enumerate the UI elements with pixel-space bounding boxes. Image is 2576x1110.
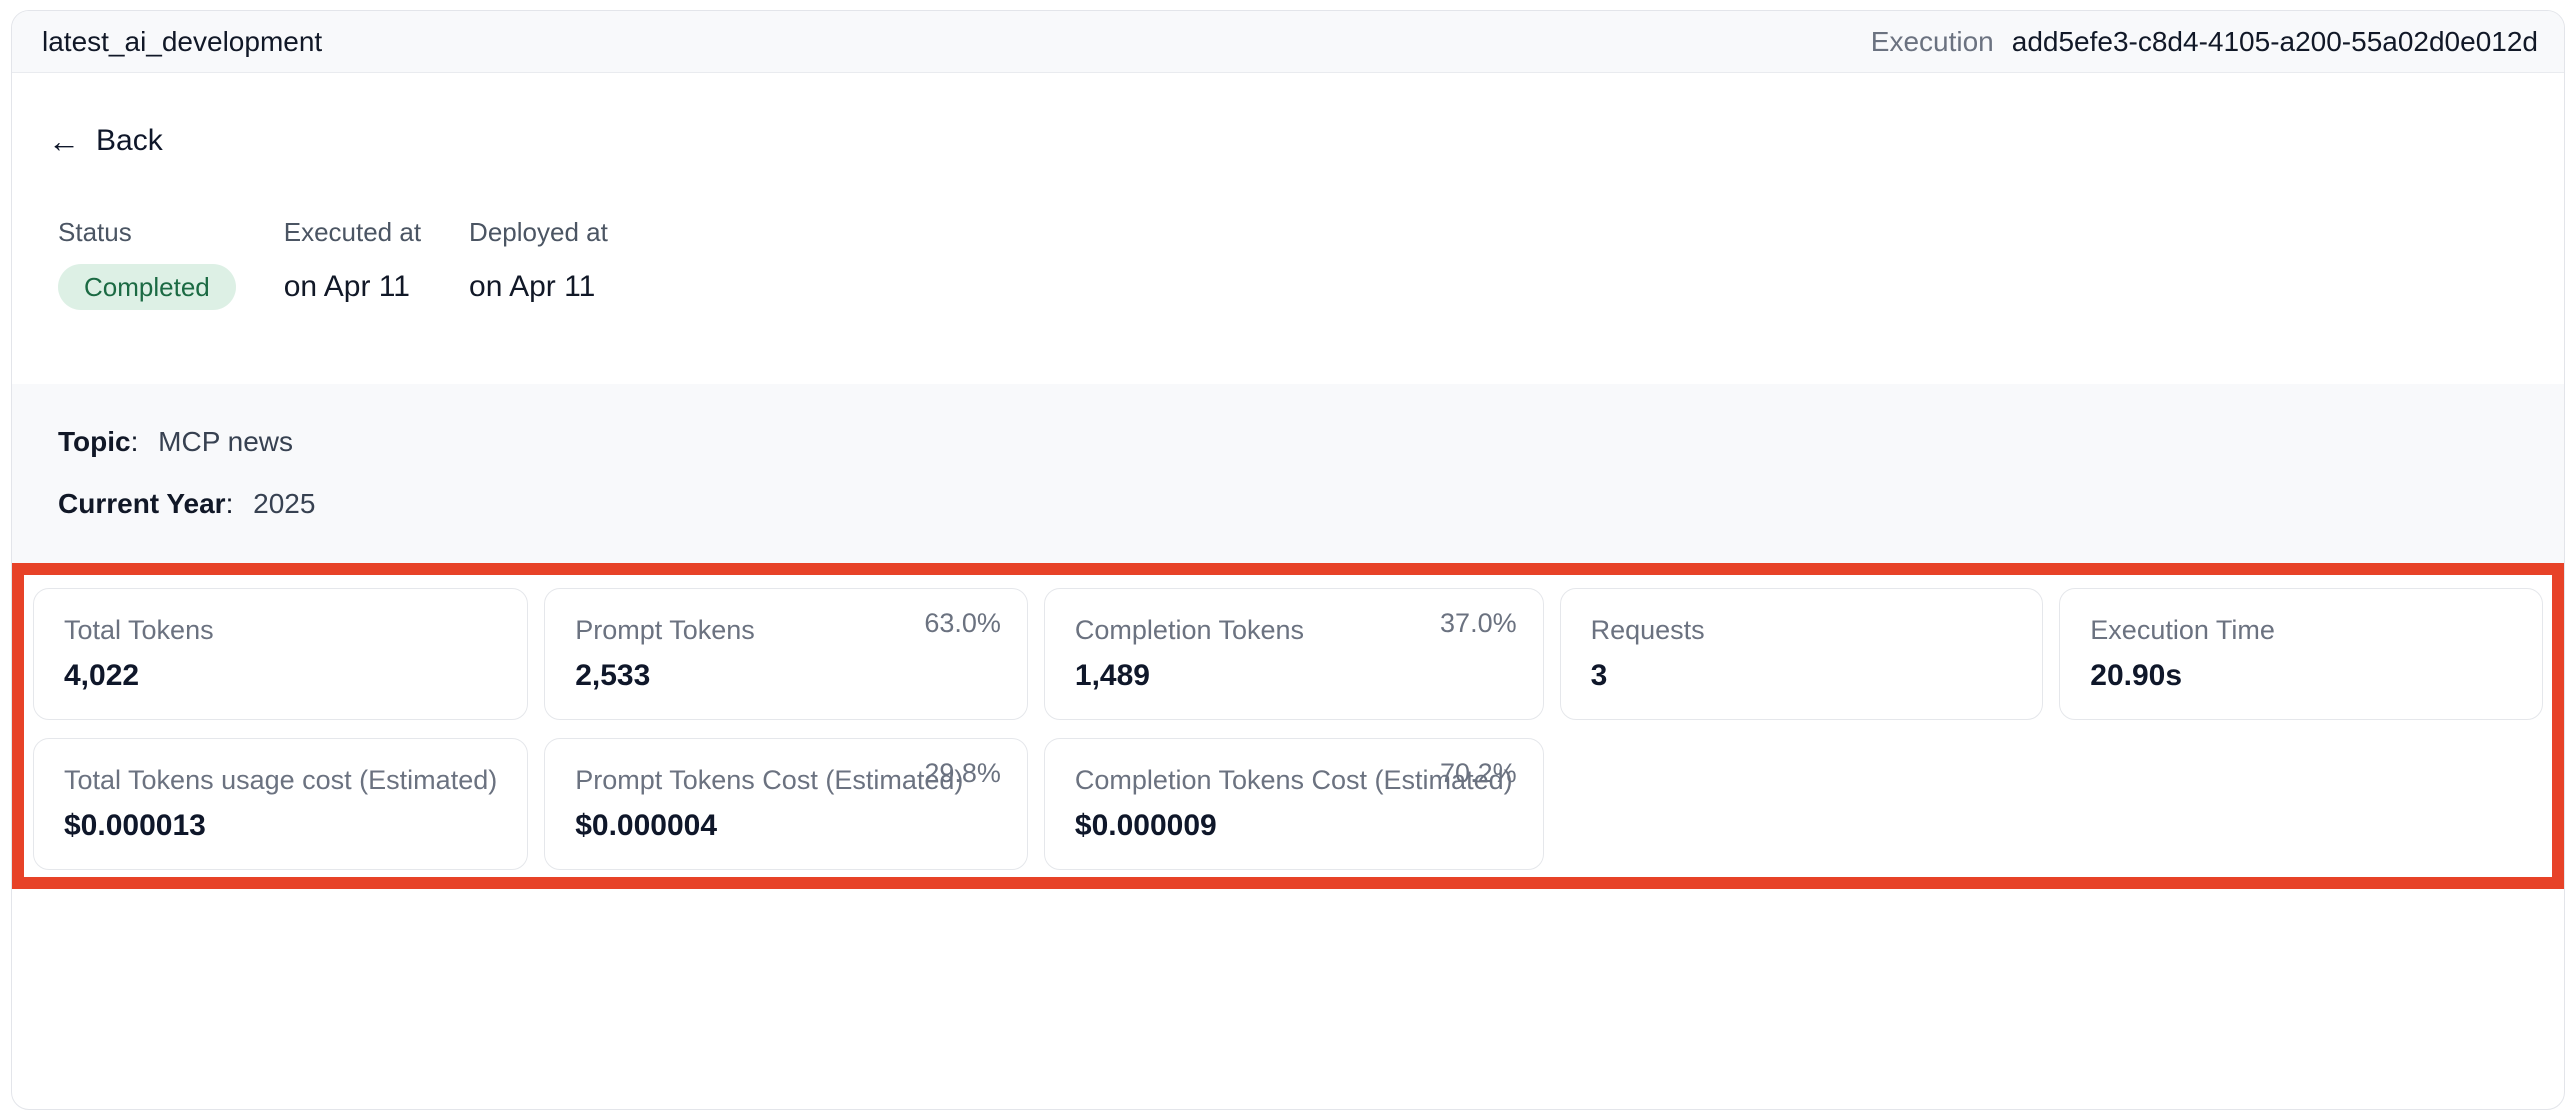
current-year-label: Current Year (58, 488, 226, 519)
metrics-grid: Total Tokens 4,022 63.0% Prompt Tokens 2… (33, 588, 2543, 870)
metric-label: Total Tokens usage cost (Estimated) (64, 765, 497, 796)
crew-name-title: latest_ai_development (42, 26, 322, 58)
back-button-label: Back (96, 126, 163, 156)
deployed-at-column: Deployed at on Apr 11 (469, 217, 608, 310)
metric-percentage: 63.0% (924, 608, 1001, 639)
metric-card-execution-time: Execution Time 20.90s (2059, 588, 2543, 720)
status-section: ← Back Status Completed Executed at on A… (12, 73, 2564, 384)
execution-id: add5efe3-c8d4-4105-a200-55a02d0e012d (2012, 26, 2538, 58)
metric-value: 1,489 (1075, 659, 1513, 693)
metric-card-completion-tokens: 37.0% Completion Tokens 1,489 (1044, 588, 1544, 720)
metric-label: Execution Time (2090, 615, 2512, 646)
topic-label: Topic (58, 426, 131, 457)
metric-value: $0.000013 (64, 809, 497, 843)
metric-percentage: 29.8% (924, 758, 1001, 789)
metric-label: Requests (1591, 615, 2013, 646)
status-label: Status (58, 217, 236, 248)
colon: : (131, 426, 139, 457)
current-year-value: 2025 (253, 488, 315, 519)
status-column: Status Completed (58, 217, 236, 310)
execution-detail-page: latest_ai_development Execution add5efe3… (11, 10, 2565, 1110)
executed-at-column: Executed at on Apr 11 (284, 217, 421, 310)
arrow-left-icon: ← (48, 125, 80, 157)
colon: : (226, 488, 234, 519)
metric-value: 3 (1591, 659, 2013, 693)
back-button[interactable]: ← Back (48, 125, 163, 157)
execution-id-group: Execution add5efe3-c8d4-4105-a200-55a02d… (1871, 26, 2538, 58)
executed-at-value: on Apr 11 (284, 264, 421, 310)
metrics-annotation-box: Total Tokens 4,022 63.0% Prompt Tokens 2… (12, 563, 2564, 889)
metric-card-completion-cost: 70.2% Completion Tokens Cost (Estimated)… (1044, 738, 1544, 870)
execution-meta-row: Status Completed Executed at on Apr 11 D… (58, 217, 2528, 310)
metric-value: 2,533 (575, 659, 997, 693)
current-year-line: Current Year: 2025 (58, 488, 2564, 520)
status-badge: Completed (58, 264, 236, 310)
metric-value: $0.000004 (575, 809, 997, 843)
metric-label: Total Tokens (64, 615, 497, 646)
inputs-section: Topic: MCP news Current Year: 2025 (12, 384, 2564, 563)
metric-card-total-cost: Total Tokens usage cost (Estimated) $0.0… (33, 738, 528, 870)
metric-percentage: 70.2% (1440, 758, 1517, 789)
metric-card-prompt-cost: 29.8% Prompt Tokens Cost (Estimated) $0.… (544, 738, 1028, 870)
metric-card-requests: Requests 3 (1560, 588, 2044, 720)
topic-line: Topic: MCP news (58, 426, 2564, 458)
executed-at-label: Executed at (284, 217, 421, 248)
metric-value: $0.000009 (1075, 809, 1513, 843)
execution-label: Execution (1871, 26, 1994, 58)
metric-card-prompt-tokens: 63.0% Prompt Tokens 2,533 (544, 588, 1028, 720)
deployed-at-label: Deployed at (469, 217, 608, 248)
metric-value: 20.90s (2090, 659, 2512, 693)
topic-value: MCP news (158, 426, 293, 457)
metric-value: 4,022 (64, 659, 497, 693)
deployed-at-value: on Apr 11 (469, 264, 608, 310)
page-header: latest_ai_development Execution add5efe3… (12, 11, 2564, 73)
metric-card-total-tokens: Total Tokens 4,022 (33, 588, 528, 720)
metric-percentage: 37.0% (1440, 608, 1517, 639)
